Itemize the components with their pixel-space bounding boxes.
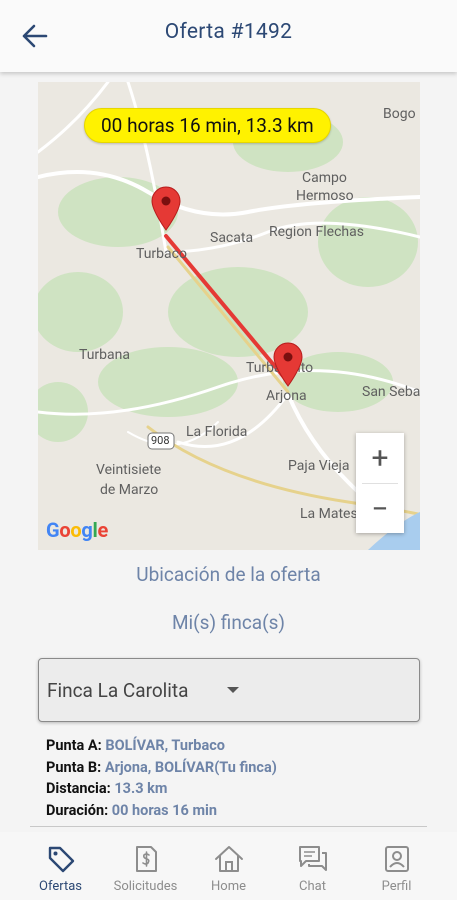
map-label-paja-vieja: Paja Vieja <box>288 458 350 474</box>
google-logo: Google <box>46 518 108 542</box>
chat-icon <box>297 844 329 878</box>
route-details: Punta A: BOLÍVAR, Turbaco Punta B: Arjon… <box>46 735 277 821</box>
tag-icon <box>46 844 76 878</box>
map-label-hermoso: Hermoso <box>296 188 354 204</box>
map-label-la-mates: La Mates <box>300 506 358 522</box>
nav-item-perfil[interactable]: Perfil <box>351 832 442 900</box>
profile-icon <box>382 844 412 878</box>
detail-row-distancia: Distancia: 13.3 km <box>46 780 168 797</box>
invoice-icon <box>131 844 161 878</box>
bottom-navigation: Ofertas Solicitudes Home Chat Perfil <box>0 832 457 900</box>
nav-item-solicitudes[interactable]: Solicitudes <box>100 832 191 900</box>
detail-row-duracion: Duración: 00 horas 16 min <box>46 801 217 819</box>
map-label-san-seba: San Seba <box>362 384 420 400</box>
map-label-region-flechas: Region Flechas <box>269 224 364 240</box>
map-label-veintisiete: Veintisiete <box>96 462 162 478</box>
map-label-turbaco: Turbaco <box>136 246 187 262</box>
nav-item-chat[interactable]: Chat <box>267 832 358 900</box>
map-label-campo: Campo <box>302 170 347 186</box>
zoom-in-button[interactable]: + <box>356 433 404 483</box>
zoom-out-button[interactable]: − <box>356 484 404 534</box>
route-summary-badge: 00 horas 16 min, 13.3 km <box>84 108 331 143</box>
map-label-de-marzo: de Marzo <box>100 482 159 498</box>
app-screen: Oferta #1492 Bogo Campo Hermoso Turbaco … <box>0 0 457 900</box>
map-label-bogo: Bogo <box>383 106 416 122</box>
farm-select[interactable]: Finca La Carolita <box>38 658 420 722</box>
nav-item-ofertas[interactable]: Ofertas <box>15 832 106 900</box>
map-label-turbana: Turbana <box>79 347 130 363</box>
my-farms-link[interactable]: Mi(s) finca(s) <box>0 611 457 634</box>
road-shield-908: 908 <box>151 434 170 447</box>
nav-item-home[interactable]: Home <box>183 832 274 900</box>
app-header: Oferta #1492 <box>0 0 457 72</box>
detail-row-punta-a: Punta A: BOLÍVAR, Turbaco <box>46 737 225 754</box>
farm-select-value: Finca La Carolita <box>47 679 189 702</box>
zoom-controls: + − <box>356 433 404 533</box>
map-label-la-florida: La Florida <box>186 424 248 440</box>
route-map[interactable]: Bogo Campo Hermoso Turbaco Sacata Region… <box>38 82 420 550</box>
offer-location-link[interactable]: Ubicación de la oferta <box>0 563 457 586</box>
origin-marker-icon[interactable] <box>150 185 182 235</box>
caret-down-icon <box>227 687 239 693</box>
map-label-sacata: Sacata <box>210 230 254 246</box>
page-title: Oferta #1492 <box>164 20 293 44</box>
detail-row-punta-b: Punta B: Arjona, BOLÍVAR(Tu finca) <box>46 758 277 776</box>
home-icon <box>213 844 245 878</box>
content-divider <box>30 826 427 827</box>
destination-marker-icon[interactable] <box>272 341 304 391</box>
